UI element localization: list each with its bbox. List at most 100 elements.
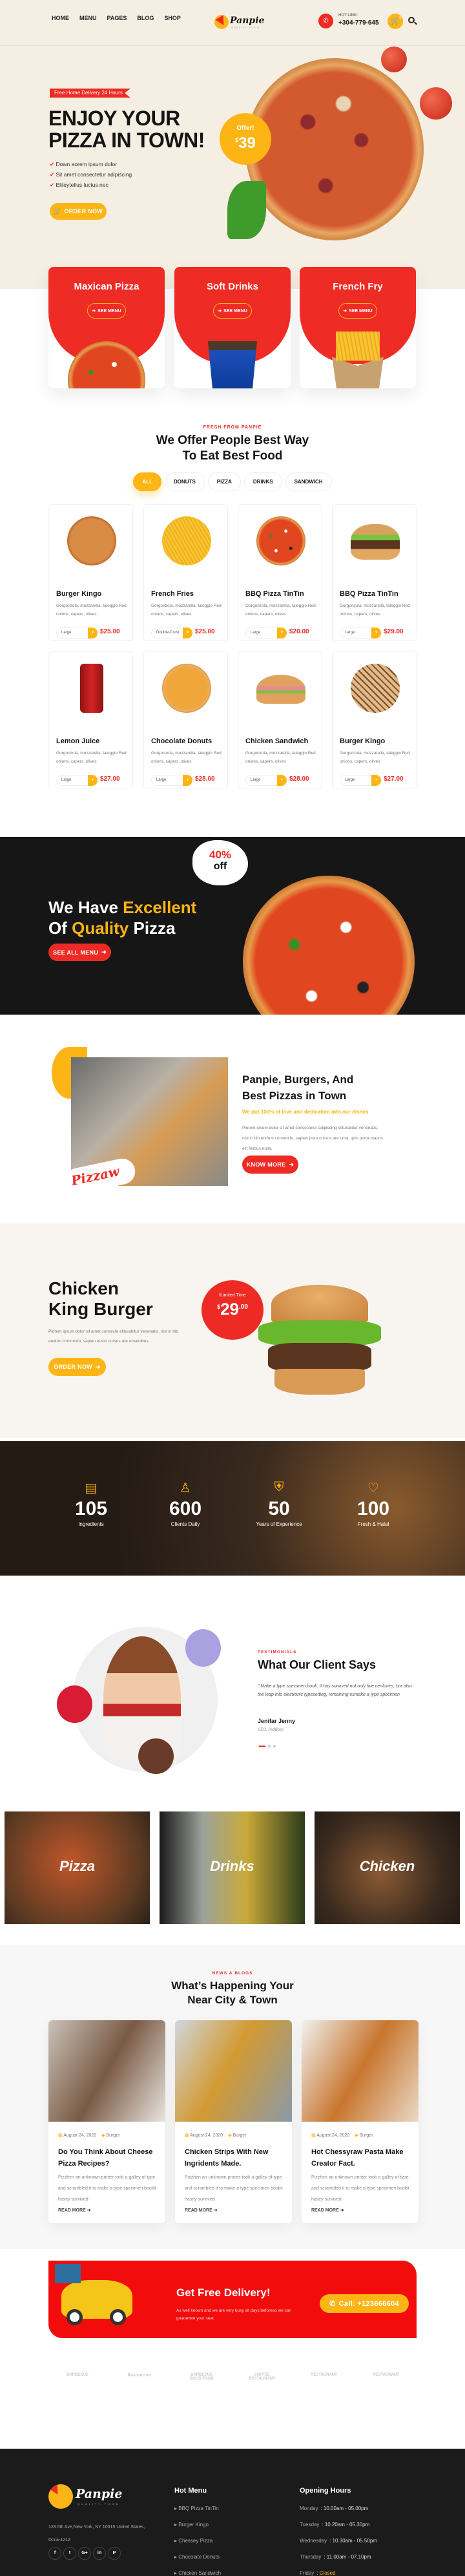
product-card[interactable]: Burger Kingo Gorgonzola, mozzarella, tale…	[332, 651, 417, 788]
post-title[interactable]: Hot Chessyraw Pasta Make Creator Fact.	[311, 2146, 415, 2170]
product-card[interactable]: BBQ Pizza TinTin Gorgonzola, mozzarella, …	[238, 504, 322, 641]
tag-meta[interactable]: ◆ Burger	[101, 2133, 119, 2138]
badge-price: 29	[220, 1299, 240, 1319]
see-menu-label: SEE MENU	[98, 308, 121, 313]
tag-meta[interactable]: ◆ Burger	[355, 2133, 373, 2138]
client-avatar[interactable]	[138, 1738, 174, 1774]
hot-menu-item[interactable]: ▸ BBQ Pizza TinTin	[174, 2506, 221, 2522]
pinterest-icon[interactable]: P	[108, 2547, 121, 2560]
hot-menu-item[interactable]: ▸ Burger Kingo	[174, 2522, 221, 2538]
hours-row: Tuesday: 10.20am - 05.30pm	[300, 2522, 377, 2538]
nav-shop[interactable]: SHOP	[164, 15, 181, 21]
blog-image[interactable]	[48, 2020, 165, 2122]
see-all-menu-button[interactable]: SEE ALL MENU ➜	[48, 944, 111, 961]
call-button[interactable]: ✆ Call: +123666604	[320, 2294, 409, 2313]
size-select[interactable]: Large ▾	[340, 628, 381, 639]
product-card[interactable]: BBQ Pizza TinTin Gorgonzola, mozzarella, …	[332, 504, 417, 641]
product-card[interactable]: Lemon Juice Gorgonzola, mozzarella, taleg…	[48, 651, 133, 788]
nav-blog[interactable]: BLOG	[137, 15, 154, 21]
slider-dot-active[interactable]	[259, 1746, 265, 1747]
client-avatar[interactable]	[57, 1685, 92, 1723]
discount-bubble: 40% off	[192, 840, 248, 885]
product-name[interactable]: Burger Kingo	[56, 590, 101, 598]
blog-image[interactable]	[175, 2020, 292, 2122]
blog-card[interactable]: ▦ August 24, 2020 ◆ Burger Do You Think Ab…	[48, 2020, 165, 2223]
product-card[interactable]: French Fries Gorgonzola, mozzarella, tale…	[143, 504, 228, 641]
phone-icon[interactable]: ✆	[318, 14, 333, 28]
logo[interactable]: Panpie QUALITY FOOD	[214, 13, 266, 32]
tile-drinks[interactable]: Drinks	[160, 1811, 305, 1924]
tab-drinks[interactable]: DRINKS	[243, 472, 282, 491]
size-select[interactable]: Large ▾	[56, 628, 98, 639]
size-select[interactable]: Large ▾	[56, 775, 98, 786]
post-title[interactable]: Chicken Strips With New Ingridents Made.	[185, 2146, 288, 2170]
product-card[interactable]: Chocolate Donuts Gorgonzola, mozzarella, …	[143, 651, 228, 788]
twitter-icon[interactable]: t	[63, 2547, 76, 2560]
size-select[interactable]: Large ▾	[151, 775, 192, 786]
know-more-button[interactable]: KNOW MORE ➜	[242, 1156, 298, 1174]
product-name[interactable]: Chicken Sandwich	[245, 737, 308, 745]
size-select[interactable]: Large ▾	[245, 628, 287, 639]
search-icon[interactable]	[408, 17, 417, 25]
product-price: $29.00	[384, 628, 404, 635]
size-select[interactable]: Double-Crust ▾	[151, 628, 192, 639]
tile-chicken[interactable]: Chicken	[315, 1811, 460, 1924]
tile-pizza[interactable]: Pizza	[5, 1811, 150, 1924]
product-image	[162, 664, 211, 713]
logo-name: Panpie	[230, 16, 265, 26]
product-name[interactable]: French Fries	[151, 590, 194, 598]
facebook-icon[interactable]: f	[48, 2547, 61, 2560]
category-card-fries[interactable]: French Fry ➜ SEE MENU	[300, 267, 416, 388]
order-now-button[interactable]: ORDER NOW ➜	[48, 1358, 106, 1376]
read-more-label: READ MORE	[58, 2208, 86, 2213]
hotline-number[interactable]: +304-779-645	[338, 19, 379, 26]
see-menu-button[interactable]: ➜ SEE MENU	[338, 303, 377, 319]
cart-icon[interactable]: 🛒 0	[388, 14, 403, 29]
client-avatar[interactable]	[185, 1629, 221, 1667]
size-select[interactable]: Large ▾	[340, 775, 381, 786]
tab-pizza[interactable]: PIZZA	[207, 472, 241, 491]
read-more-link[interactable]: READ MORE ➜	[311, 2208, 344, 2213]
size-value: Large	[251, 778, 261, 782]
promo-word: Of	[48, 918, 72, 938]
hot-menu-item[interactable]: ▸ Chessey Pizza	[174, 2538, 221, 2554]
tab-sandwich[interactable]: SANDWICH	[285, 472, 332, 491]
blog-image[interactable]	[302, 2020, 418, 2122]
google-plus-icon[interactable]: G+	[78, 2547, 91, 2560]
stat-value: 105	[74, 1498, 108, 1519]
nav-home[interactable]: HOME	[52, 15, 69, 21]
product-name[interactable]: BBQ Pizza TinTin	[245, 590, 304, 598]
hot-menu-item[interactable]: ▸ Chocolate Donuts	[174, 2554, 221, 2570]
category-card-pizza[interactable]: Maxican Pizza ➜ SEE MENU	[48, 267, 165, 388]
linkedin-icon[interactable]: in	[93, 2547, 106, 2560]
category-card-drinks[interactable]: Soft Drinks ➜ SEE MENU	[174, 267, 291, 388]
product-name[interactable]: BBQ Pizza TinTin	[340, 590, 398, 598]
tag-meta[interactable]: ◆ Burger	[228, 2133, 246, 2138]
blog-card[interactable]: ▦ August 24, 2020 ◆ Burger Chicken Strips …	[175, 2020, 292, 2223]
brand-logo: RESTAURANT	[373, 2373, 399, 2377]
product-card[interactable]: Burger Kingo Gorgonzola, mozzarella, tale…	[48, 504, 133, 641]
read-more-link[interactable]: READ MORE ➜	[185, 2208, 218, 2213]
blog-card[interactable]: ▦ August 24, 2020 ◆ Burger Hot Chessyraw P…	[302, 2020, 418, 2223]
footer-address: 128 6th Ave,New York, NY 10015 United St…	[48, 2525, 145, 2542]
post-title[interactable]: Do You Think About Cheese Pizza Recipes?	[58, 2146, 161, 2170]
see-menu-button[interactable]: ➜ SEE MENU	[213, 303, 252, 319]
post-excerpt: Pizzhen an unknown printer took a galley…	[185, 2175, 283, 2202]
nav-menu[interactable]: MENU	[79, 15, 97, 21]
size-select[interactable]: Large ▾	[245, 775, 287, 786]
product-card[interactable]: Chicken Sandwich Gorgonzola, mozzarella, …	[238, 651, 322, 788]
chicken-burger-image	[258, 1285, 381, 1408]
slider-dot[interactable]	[273, 1745, 276, 1747]
order-now-button[interactable]: 🛒 ORDER NOW	[50, 203, 107, 220]
product-name[interactable]: Burger Kingo	[340, 737, 385, 745]
nav-pages[interactable]: PAGES	[107, 15, 127, 21]
tab-all[interactable]: ALL	[133, 472, 161, 491]
burger-title-line2: King Burger	[48, 1299, 153, 1319]
read-more-link[interactable]: READ MORE ➜	[58, 2208, 91, 2213]
hot-menu-item[interactable]: ▸ Chicken Sandwich	[174, 2570, 221, 2576]
product-name[interactable]: Lemon Juice	[56, 737, 99, 745]
slider-dot[interactable]	[268, 1745, 271, 1747]
see-menu-button[interactable]: ➜ SEE MENU	[87, 303, 126, 319]
product-name[interactable]: Chocolate Donuts	[151, 737, 212, 745]
tab-donuts[interactable]: DONUTS	[165, 472, 205, 491]
